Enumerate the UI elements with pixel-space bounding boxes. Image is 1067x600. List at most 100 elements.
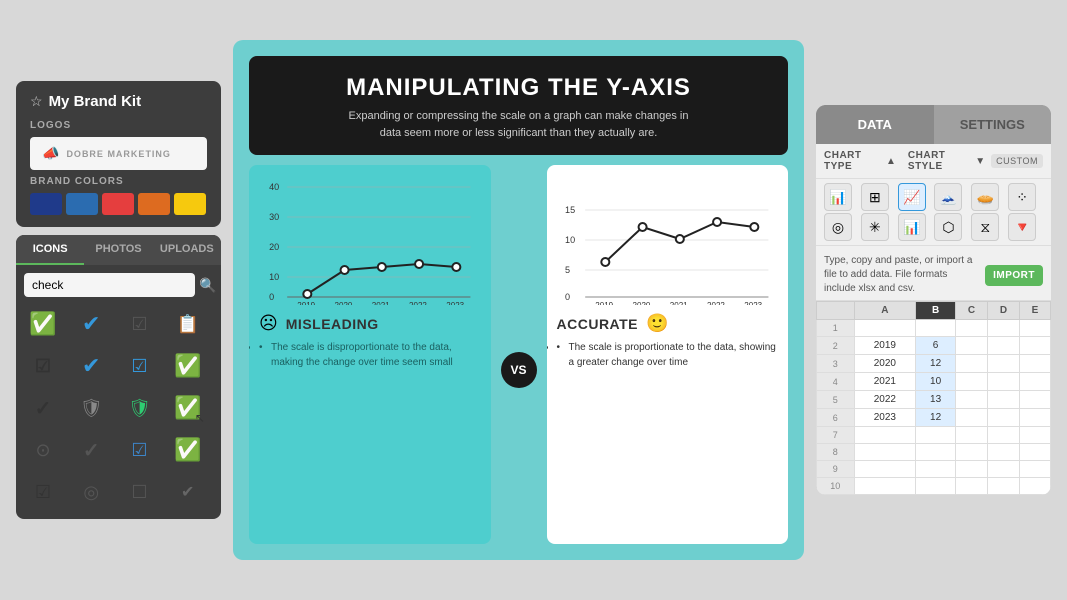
chart-btn-filter[interactable]: 🔻	[1008, 213, 1036, 241]
chart-btn-pie[interactable]: 🥧	[971, 183, 999, 211]
tab-data[interactable]: DATA	[816, 105, 934, 144]
table-cell-c-2[interactable]	[955, 337, 987, 355]
table-cell-e-6[interactable]	[1020, 409, 1051, 427]
table-cell-e-3[interactable]	[1020, 355, 1051, 373]
logos-label: LOGOS	[30, 120, 207, 131]
chart-btn-funnel[interactable]: ⧖	[971, 213, 999, 241]
icon-green-circle-check[interactable]: ✅	[169, 389, 207, 427]
table-cell-a-1[interactable]	[854, 320, 916, 337]
icon-simple-check[interactable]: ✓	[24, 389, 62, 427]
icon-simple-check2[interactable]: ✓	[72, 431, 110, 469]
table-cell-d-4[interactable]	[987, 373, 1019, 391]
icon-cb-plain2[interactable]: ✔	[169, 473, 207, 511]
table-cell-e-7[interactable]	[1020, 427, 1051, 444]
table-cell-c-1[interactable]	[955, 320, 987, 337]
tab-icons[interactable]: ICONS	[16, 235, 84, 265]
icon-shield-outline[interactable]: 🛡	[72, 389, 110, 427]
search-input[interactable]	[24, 273, 195, 297]
table-cell-b-8[interactable]	[916, 444, 956, 461]
table-cell-e-9[interactable]	[1020, 461, 1051, 478]
icon-green-shield[interactable]: 🛡	[121, 389, 159, 427]
table-cell-d-5[interactable]	[987, 391, 1019, 409]
table-cell-b-9[interactable]	[916, 461, 956, 478]
icon-dark-checkbox[interactable]: ☑	[24, 473, 62, 511]
table-cell-d-7[interactable]	[987, 427, 1019, 444]
table-cell-d-8[interactable]	[987, 444, 1019, 461]
table-cell-e-10[interactable]	[1020, 478, 1051, 495]
table-cell-a-6[interactable]: 2023	[854, 409, 916, 427]
icon-cb-blue-check[interactable]: ☑	[121, 431, 159, 469]
chart-btn-bar[interactable]: 📊	[824, 183, 852, 211]
import-button[interactable]: IMPORT	[985, 265, 1043, 286]
table-cell-e-2[interactable]	[1020, 337, 1051, 355]
canvas-title: MANIPULATING THE Y-AXIS	[269, 74, 768, 102]
chart-btn-donut[interactable]: ◎	[824, 213, 852, 241]
table-cell-rownum: 2	[817, 337, 855, 355]
icon-outlined-check-box[interactable]: ☑	[121, 305, 159, 343]
table-cell-c-7[interactable]	[955, 427, 987, 444]
tab-photos[interactable]: PHOTOS	[84, 235, 152, 265]
chart-btn-scatter[interactable]: ⁘	[1008, 183, 1036, 211]
table-cell-d-9[interactable]	[987, 461, 1019, 478]
icons-search-bar: 🔍	[16, 265, 221, 301]
chart-btn-table[interactable]: ⊞	[861, 183, 889, 211]
logo-placeholder: 📣 DOBRE MARKETING	[30, 137, 207, 170]
table-cell-b-7[interactable]	[916, 427, 956, 444]
icon-green-check-circle[interactable]: ✅	[169, 347, 207, 385]
icon-circle-check[interactable]: ✔	[72, 347, 110, 385]
icon-blue-check-circle[interactable]: ✔	[72, 305, 110, 343]
table-cell-b-5[interactable]: 13	[916, 391, 956, 409]
table-cell-c-8[interactable]	[955, 444, 987, 461]
chart-btn-area[interactable]: 🗻	[934, 183, 962, 211]
table-cell-a-9[interactable]	[854, 461, 916, 478]
icon-checkbox-bold[interactable]: ☑	[24, 347, 62, 385]
table-cell-b-3[interactable]: 12	[916, 355, 956, 373]
tab-settings[interactable]: SETTINGS	[934, 105, 1052, 144]
table-cell-b-1[interactable]	[916, 320, 956, 337]
icon-checkbox-check2[interactable]: ☑	[121, 347, 159, 385]
table-cell-e-5[interactable]	[1020, 391, 1051, 409]
icon-green-filled-check[interactable]: ✅	[24, 305, 62, 343]
table-cell-c-9[interactable]	[955, 461, 987, 478]
table-cell-b-10[interactable]	[916, 478, 956, 495]
table-cell-b-2[interactable]: 6	[916, 337, 956, 355]
table-cell-c-10[interactable]	[955, 478, 987, 495]
table-cell-e-1[interactable]	[1020, 320, 1051, 337]
table-cell-b-6[interactable]: 12	[916, 409, 956, 427]
icon-circle-outline-check[interactable]: ⊙	[24, 431, 62, 469]
table-cell-c-6[interactable]	[955, 409, 987, 427]
table-cell-d-3[interactable]	[987, 355, 1019, 373]
chart-btn-radial[interactable]: ✳	[861, 213, 889, 241]
table-cell-c-4[interactable]	[955, 373, 987, 391]
table-row: 10	[817, 478, 1051, 495]
star-icon: ☆	[30, 93, 43, 110]
table-cell-c-5[interactable]	[955, 391, 987, 409]
table-cell-e-4[interactable]	[1020, 373, 1051, 391]
chart-style-label: CHART STYLE	[908, 150, 969, 172]
table-cell-a-8[interactable]	[854, 444, 916, 461]
table-cell-a-7[interactable]	[854, 427, 916, 444]
brand-kit-header: ☆ My Brand Kit	[30, 93, 207, 110]
icon-cb-outline2[interactable]: ☐	[121, 473, 159, 511]
chart-btn-gauge[interactable]: ⬡	[934, 213, 962, 241]
icon-list-check[interactable]: 📋	[169, 305, 207, 343]
table-cell-a-4[interactable]: 2021	[854, 373, 916, 391]
table-cell-a-3[interactable]: 2020	[854, 355, 916, 373]
tab-uploads[interactable]: UPLOADS	[153, 235, 221, 265]
table-cell-a-2[interactable]: 2019	[854, 337, 916, 355]
chart-btn-line[interactable]: 📈	[898, 183, 926, 211]
table-cell-b-4[interactable]: 10	[916, 373, 956, 391]
table-cell-d-6[interactable]	[987, 409, 1019, 427]
table-cell-a-10[interactable]	[854, 478, 916, 495]
table-cell-d-2[interactable]	[987, 337, 1019, 355]
table-cell-e-8[interactable]	[1020, 444, 1051, 461]
icon-circle-check3[interactable]: ◎	[72, 473, 110, 511]
table-cell-d-10[interactable]	[987, 478, 1019, 495]
search-button[interactable]: 🔍	[199, 277, 216, 294]
table-cell-c-3[interactable]	[955, 355, 987, 373]
data-table-container: A B C D E 122019632020124202110520221362…	[816, 301, 1051, 495]
icon-green-check4[interactable]: ✅	[169, 431, 207, 469]
chart-btn-column[interactable]: 📊	[898, 213, 926, 241]
table-cell-d-1[interactable]	[987, 320, 1019, 337]
table-cell-a-5[interactable]: 2022	[854, 391, 916, 409]
